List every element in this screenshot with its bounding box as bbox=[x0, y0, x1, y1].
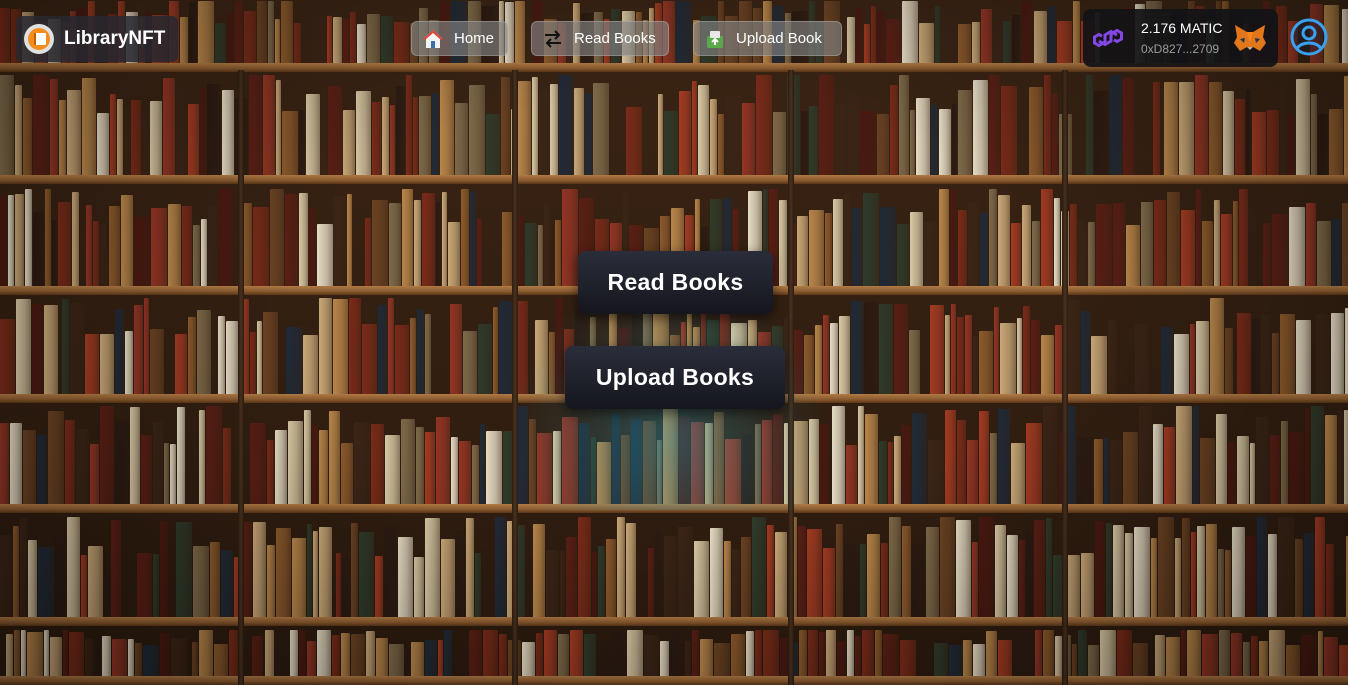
library-book-icon bbox=[24, 24, 54, 54]
vignette bbox=[0, 0, 1348, 685]
brand-logo-link[interactable]: LibraryNFT bbox=[16, 16, 178, 62]
polygon-icon bbox=[1093, 28, 1123, 48]
brand-name: LibraryNFT bbox=[64, 28, 166, 49]
nav-read-books-button[interactable]: Read Books bbox=[531, 21, 669, 56]
wallet-address: 0xD827...2709 bbox=[1141, 42, 1220, 56]
user-profile-icon bbox=[1290, 18, 1328, 56]
upload-book-icon bbox=[704, 28, 726, 50]
wallet-balance: 2.176 MATIC bbox=[1141, 20, 1223, 36]
home-icon bbox=[422, 28, 444, 50]
wallet-panel[interactable]: 2.176 MATIC 0xD827...2709 bbox=[1083, 9, 1278, 67]
user-profile-button[interactable] bbox=[1288, 16, 1330, 58]
nav-read-books-label: Read Books bbox=[574, 30, 656, 47]
nav-upload-book-label: Upload Book bbox=[736, 30, 822, 47]
nav-upload-book-button[interactable]: Upload Book bbox=[693, 21, 842, 56]
swap-arrows-icon bbox=[542, 28, 564, 50]
upload-books-button[interactable]: Upload Books bbox=[565, 346, 785, 409]
nav-home-button[interactable]: Home bbox=[411, 21, 508, 56]
nav-home-label: Home bbox=[454, 30, 495, 47]
bookshelf-background bbox=[0, 0, 1348, 685]
read-books-button[interactable]: Read Books bbox=[578, 251, 773, 314]
metamask-fox-icon bbox=[1234, 25, 1266, 51]
